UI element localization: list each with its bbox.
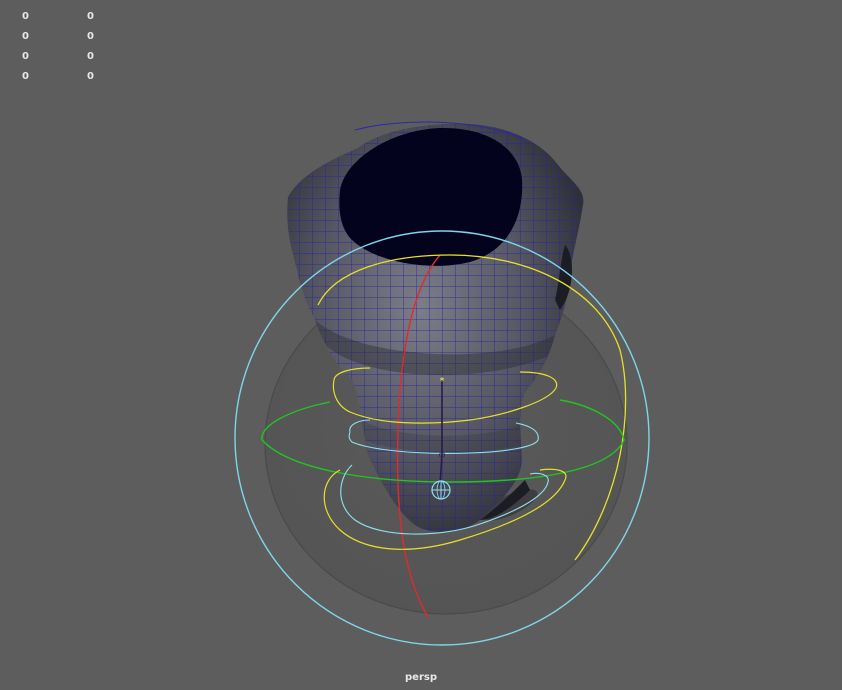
hud-value: 0 (22, 31, 29, 42)
hud-row: 0 0 (20, 10, 140, 30)
hud-value: 0 (22, 71, 29, 82)
hud-value: 0 (87, 31, 94, 42)
hud-row: 0 0 (20, 30, 140, 50)
hud-value: 0 (87, 11, 94, 22)
hud-value: 0 (87, 71, 94, 82)
scene-canvas[interactable]: * (0, 0, 842, 690)
hud-value: 0 (87, 51, 94, 62)
camera-label: persp (405, 672, 437, 683)
hud-row: 0 0 (20, 50, 140, 70)
hud-counters: 0 0 0 0 0 0 0 0 (20, 10, 140, 90)
pivot-marker: * (440, 376, 445, 387)
3d-viewport[interactable]: * 0 0 0 0 0 0 0 0 persp (0, 0, 842, 690)
hud-row: 0 0 (20, 70, 140, 90)
hud-value: 0 (22, 11, 29, 22)
hud-value: 0 (22, 51, 29, 62)
